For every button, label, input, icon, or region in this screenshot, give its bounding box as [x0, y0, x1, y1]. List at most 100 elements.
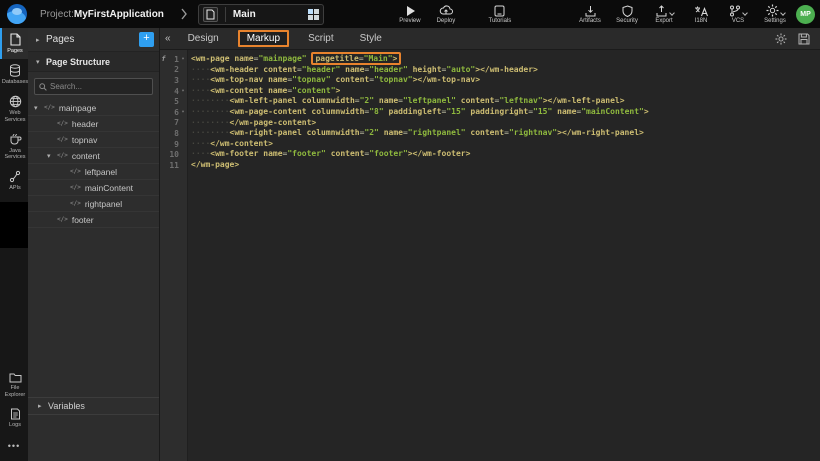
vcs-button[interactable]: VCS: [724, 5, 752, 24]
open-page-tab[interactable]: Main: [198, 4, 324, 25]
editor-code[interactable]: <wm-page name="mainpage" pagetitle="Main…: [188, 50, 820, 461]
rail-label-logs: Logs: [9, 422, 21, 429]
page-structure-caret-icon[interactable]: ▾: [36, 58, 46, 66]
settings-label: Settings: [764, 18, 786, 24]
rail-label-java-services: Java Services: [2, 148, 28, 162]
widget-code-icon: </>: [57, 152, 68, 159]
tab-style[interactable]: Style: [360, 33, 382, 44]
collapse-panel-icon[interactable]: «: [165, 33, 171, 44]
project-name: MyFirstApplication: [74, 9, 164, 20]
search-input[interactable]: [50, 82, 148, 91]
annotation-highlight-box: pagetitle="Main">: [311, 52, 401, 65]
rail-item-file-explorer[interactable]: File Explorer: [0, 367, 28, 403]
page-structure-title: Page Structure: [46, 57, 110, 67]
search-icon: [39, 83, 47, 91]
tree-item-label: rightpanel: [85, 199, 122, 209]
structure-search: [34, 78, 153, 95]
code-editor-area[interactable]: f1▾234▾56▾7891011 <wm-page name="mainpag…: [160, 50, 820, 461]
i18n-button[interactable]: I18N: [687, 5, 715, 24]
tab-markup[interactable]: Markup: [238, 30, 289, 47]
top-bar: Project:MyFirstApplication Main Preview …: [0, 0, 820, 28]
rail-item-pages[interactable]: Pages: [0, 28, 28, 59]
tree-expand-caret-icon[interactable]: ▾: [47, 152, 57, 160]
code-line-2: ····<wm-header content="header" name="he…: [191, 65, 820, 76]
code-line-11: </wm-page>: [191, 160, 820, 171]
page-switcher-grid-icon[interactable]: [308, 9, 319, 20]
security-shield-icon: [622, 5, 633, 17]
gutter-line-10: 10: [160, 149, 187, 160]
gutter-line-2: 2: [160, 65, 187, 76]
tree-item-mainContent[interactable]: </>mainContent: [28, 180, 159, 196]
widget-code-icon: </>: [70, 184, 81, 191]
variables-caret-icon[interactable]: ▸: [38, 402, 48, 410]
code-line-9: ····</wm-content>: [191, 139, 820, 150]
fold-caret-icon[interactable]: ▾: [179, 88, 187, 94]
artifacts-button[interactable]: Artifacts: [576, 5, 604, 24]
tree-item-label: content: [72, 151, 100, 161]
page-structure-tree: ▾</>mainpage</>header</>topnav▾</>conten…: [28, 100, 159, 228]
add-page-button[interactable]: +: [139, 32, 154, 47]
i18n-label: I18N: [695, 18, 708, 24]
settings-button[interactable]: Settings: [761, 4, 789, 24]
tab-divider: [225, 7, 226, 22]
rail-item-web-services[interactable]: Web Services: [0, 90, 28, 128]
page-structure-header[interactable]: ▾ Page Structure: [28, 52, 159, 72]
gutter-line-9: 9: [160, 139, 187, 150]
code-line-8: ········<wm-right-panel columnwidth="2" …: [191, 128, 820, 139]
deploy-label: Deploy: [437, 18, 456, 24]
rail-item-java-services[interactable]: Java Services: [0, 128, 28, 166]
user-avatar[interactable]: MP: [796, 5, 815, 24]
save-icon[interactable]: [798, 33, 810, 45]
tree-expand-caret-icon[interactable]: ▾: [34, 104, 44, 112]
fold-caret-icon[interactable]: ▾: [179, 109, 187, 115]
vcs-branch-icon: [729, 5, 741, 17]
tree-item-content[interactable]: ▾</> content: [28, 148, 159, 164]
tutorials-label: Tutorials: [489, 18, 512, 24]
deploy-button[interactable]: Deploy: [432, 5, 460, 24]
fold-caret-icon[interactable]: ▾: [179, 56, 187, 62]
rail-label-web-services: Web Services: [2, 110, 28, 124]
page-tab-label: Main: [233, 9, 308, 20]
tree-item-topnav[interactable]: </>topnav: [28, 132, 159, 148]
gutter-line-1: f1▾: [160, 54, 187, 65]
rail-more-button[interactable]: •••: [0, 433, 28, 461]
widget-code-icon: </>: [70, 168, 81, 175]
export-chevron-down-icon: [669, 10, 675, 16]
preview-button[interactable]: Preview: [396, 5, 424, 24]
wavemaker-logo[interactable]: [7, 4, 27, 24]
tab-design[interactable]: Design: [188, 33, 219, 44]
artifacts-download-icon: [584, 5, 597, 17]
gutter-line-7: 7: [160, 118, 187, 129]
export-button[interactable]: Export: [650, 5, 678, 24]
rail-label-databases: Databases: [2, 79, 28, 86]
play-icon: [404, 5, 416, 17]
security-button[interactable]: Security: [613, 5, 641, 24]
cloud-upload-icon: [439, 5, 453, 17]
editor-settings-gear-icon[interactable]: [775, 33, 787, 45]
vcs-chevron-down-icon: [742, 10, 748, 16]
security-label: Security: [616, 18, 638, 24]
rail-label-file-explorer: File Explorer: [2, 385, 28, 399]
tree-item-label: footer: [72, 215, 94, 225]
gutter-line-11: 11: [160, 160, 187, 171]
pages-panel-header[interactable]: ▸ Pages +: [28, 28, 159, 52]
pages-caret-icon[interactable]: ▸: [36, 36, 46, 44]
rail-item-apis[interactable]: APIs: [0, 165, 28, 196]
page-file-icon[interactable]: [203, 7, 218, 22]
rail-item-databases[interactable]: Databases: [0, 59, 28, 90]
widget-code-icon: </>: [57, 120, 68, 127]
rail-item-logs[interactable]: Logs: [0, 403, 28, 433]
code-line-6: ········<wm-page-content columnwidth="8"…: [191, 107, 820, 118]
rail-label-apis: APIs: [9, 185, 21, 192]
tab-script[interactable]: Script: [308, 33, 334, 44]
tutorials-button[interactable]: Tutorials: [486, 5, 514, 24]
tree-item-leftpanel[interactable]: </>leftpanel: [28, 164, 159, 180]
variables-section-header[interactable]: ▸ Variables: [28, 397, 159, 415]
tree-item-mainpage[interactable]: ▾</>mainpage: [28, 100, 159, 116]
tree-item-header[interactable]: </>header: [28, 116, 159, 132]
pages-panel-title: Pages: [46, 34, 74, 45]
code-line-7: ········</wm-page-content>: [191, 118, 820, 129]
tree-item-footer[interactable]: </>footer: [28, 212, 159, 228]
i18n-translate-icon: [694, 5, 708, 17]
tree-item-rightpanel[interactable]: </>rightpanel: [28, 196, 159, 212]
